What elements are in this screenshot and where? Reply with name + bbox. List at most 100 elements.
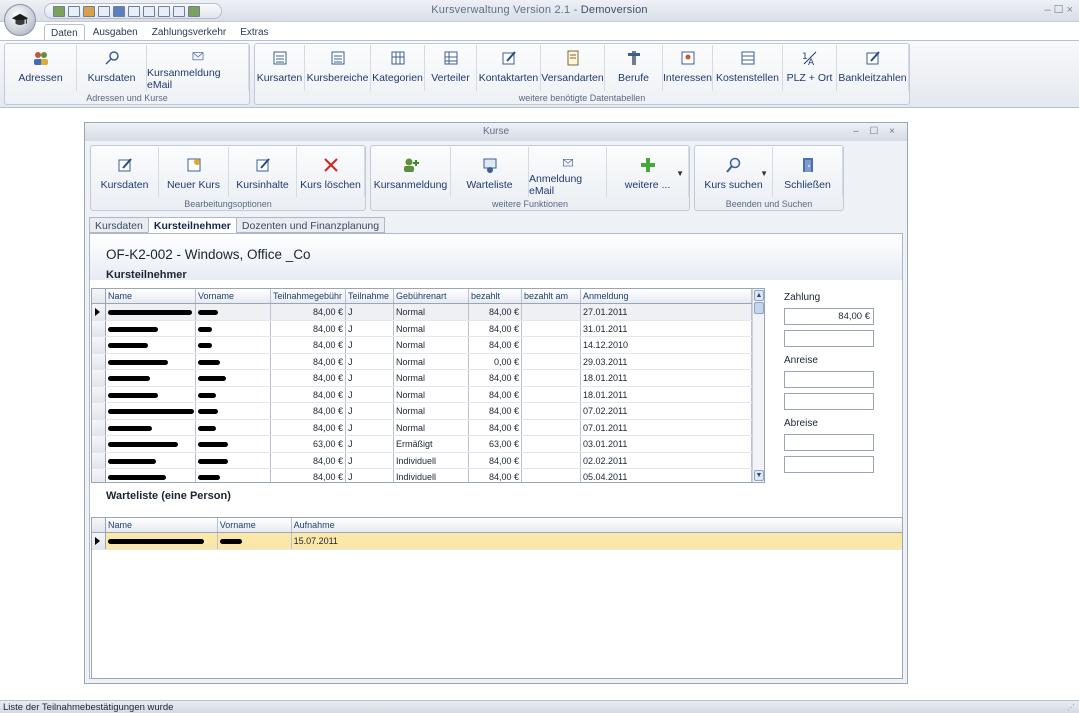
row-selector[interactable] — [92, 403, 106, 419]
gebuehrenart-cell[interactable]: Normal — [394, 304, 469, 320]
participants-grid[interactable]: Name Vorname Teilnahmegebühr Teilnahme G… — [91, 288, 765, 483]
weitere-button[interactable]: weitere ... ▼ — [607, 147, 689, 197]
row-selector[interactable] — [92, 533, 106, 549]
bezahlt-cell[interactable]: 84,00 € — [469, 337, 522, 353]
vorname-cell[interactable] — [196, 436, 271, 452]
tab-kursteilnehmer[interactable]: Kursteilnehmer — [147, 217, 236, 233]
bezahlt-cell[interactable]: 84,00 € — [469, 452, 522, 468]
name-cell[interactable] — [106, 452, 196, 468]
teilnahme-cell[interactable]: J — [346, 304, 394, 320]
abreise-field-2[interactable] — [784, 456, 874, 473]
bezahlt-cell[interactable]: 84,00 € — [469, 386, 522, 402]
kursarten-button[interactable]: Kursarten — [255, 45, 305, 91]
column-header-vorname[interactable]: Vorname — [196, 289, 271, 303]
gebuehrenart-cell[interactable]: Normal — [394, 419, 469, 435]
anreise-field[interactable] — [784, 371, 874, 388]
bezahlt-cell[interactable]: 84,00 € — [469, 320, 522, 336]
row-selector[interactable] — [92, 353, 106, 369]
schliessen-button[interactable]: Schließen — [773, 147, 843, 197]
abreise-field[interactable] — [784, 434, 874, 451]
gebuehrenart-cell[interactable]: Normal — [394, 386, 469, 402]
scroll-down-icon[interactable]: ▼ — [754, 470, 764, 481]
bezahlt-am-cell[interactable] — [522, 469, 581, 482]
warteliste-button[interactable]: Warteliste — [451, 147, 529, 197]
table-row[interactable]: 84,00 € J Normal 84,00 €18.01.2011 — [92, 386, 764, 403]
teilnahmegebuehr-cell[interactable]: 84,00 € — [271, 452, 346, 468]
teilnahme-cell[interactable]: J — [346, 469, 394, 482]
gebuehrenart-cell[interactable]: Individuell — [394, 469, 469, 482]
anmeldung-cell[interactable]: 03.01.2011 — [581, 436, 752, 452]
row-selector[interactable] — [92, 337, 106, 353]
plz-ort-button[interactable]: 1A PLZ + Ort — [783, 45, 837, 91]
column-header-aufnahme[interactable]: Aufnahme — [292, 518, 902, 532]
table-row[interactable]: 84,00 € J Individuell 84,00 €02.02.2011 — [92, 452, 764, 469]
row-selector[interactable] — [92, 386, 106, 402]
vorname-cell[interactable] — [196, 370, 271, 386]
zahlung-field[interactable]: 84,00 € — [784, 308, 874, 325]
vorname-cell[interactable] — [196, 419, 271, 435]
waitlist-name-cell[interactable] — [106, 533, 218, 549]
bezahlt-am-cell[interactable] — [522, 436, 581, 452]
teilnahme-cell[interactable]: J — [346, 370, 394, 386]
column-header-vorname[interactable]: Vorname — [218, 518, 292, 532]
name-cell[interactable] — [106, 419, 196, 435]
teilnahme-cell[interactable]: J — [346, 353, 394, 369]
tab-kursdaten[interactable]: Kursdaten — [89, 217, 148, 233]
window-controls[interactable]: – ☐ × — [1044, 3, 1073, 16]
teilnahmegebuehr-cell[interactable]: 84,00 € — [271, 304, 346, 320]
column-header-name[interactable]: Name — [106, 289, 196, 303]
vorname-cell[interactable] — [196, 337, 271, 353]
kursdaten-button[interactable]: Kursdaten — [91, 147, 159, 197]
resize-grip-icon[interactable]: ⋰ — [1067, 703, 1075, 712]
bezahlt-cell[interactable]: 0,00 € — [469, 353, 522, 369]
bankleitzahlen-button[interactable]: Bankleitzahlen — [837, 45, 909, 91]
kursdaten-button[interactable]: Kursdaten — [77, 45, 147, 91]
gebuehrenart-cell[interactable]: Normal — [394, 403, 469, 419]
name-cell[interactable] — [106, 436, 196, 452]
bezahlt-am-cell[interactable] — [522, 320, 581, 336]
teilnahmegebuehr-cell[interactable]: 84,00 € — [271, 320, 346, 336]
row-selector[interactable] — [92, 436, 106, 452]
bezahlt-am-cell[interactable] — [522, 337, 581, 353]
name-cell[interactable] — [106, 386, 196, 402]
column-header-gebuehrenart[interactable]: Gebührenart — [394, 289, 469, 303]
row-selector[interactable] — [92, 469, 106, 482]
bezahlt-cell[interactable]: 84,00 € — [469, 469, 522, 482]
waitlist-grid[interactable]: Name Vorname Aufnahme 15.07.2011 — [91, 517, 903, 679]
bezahlt-am-cell[interactable] — [522, 304, 581, 320]
teilnahme-cell[interactable]: J — [346, 337, 394, 353]
interessen-button[interactable]: Interessen — [663, 45, 713, 91]
verteiler-button[interactable]: Verteiler — [425, 45, 477, 91]
teilnahmegebuehr-cell[interactable]: 84,00 € — [271, 353, 346, 369]
bezahlt-am-cell[interactable] — [522, 353, 581, 369]
bezahlt-am-cell[interactable] — [522, 386, 581, 402]
teilnahmegebuehr-cell[interactable]: 84,00 € — [271, 386, 346, 402]
scroll-thumb[interactable] — [754, 302, 764, 314]
berufe-button[interactable]: Berufe — [605, 45, 663, 91]
name-cell[interactable] — [106, 304, 196, 320]
row-selector[interactable] — [92, 304, 106, 320]
anmeldung-cell[interactable]: 07.01.2011 — [581, 419, 752, 435]
kursinhalte-button[interactable]: Kursinhalte — [229, 147, 297, 197]
column-header-bezahlt-am[interactable]: bezahlt am — [522, 289, 581, 303]
kursanmeldung-button[interactable]: Kursanmeldung — [371, 147, 451, 197]
name-cell[interactable] — [106, 353, 196, 369]
kurse-window-controls[interactable]: – ☐ × — [853, 123, 899, 141]
bezahlt-cell[interactable]: 84,00 € — [469, 304, 522, 320]
anreise-field-2[interactable] — [784, 393, 874, 410]
vorname-cell[interactable] — [196, 469, 271, 482]
teilnahme-cell[interactable]: J — [346, 419, 394, 435]
teilnahme-cell[interactable]: J — [346, 386, 394, 402]
row-selector[interactable] — [92, 370, 106, 386]
column-header-name[interactable]: Name — [106, 518, 218, 532]
row-selector[interactable] — [92, 320, 106, 336]
bezahlt-cell[interactable]: 63,00 € — [469, 436, 522, 452]
kostenstellen-button[interactable]: Kostenstellen — [713, 45, 783, 91]
anmeldung-cell[interactable]: 27.01.2011 — [581, 304, 752, 320]
anmeldung-cell[interactable]: 14.12.2010 — [581, 337, 752, 353]
vorname-cell[interactable] — [196, 386, 271, 402]
name-cell[interactable] — [106, 403, 196, 419]
teilnahme-cell[interactable]: J — [346, 320, 394, 336]
anmeldung-cell[interactable]: 31.01.2011 — [581, 320, 752, 336]
table-row[interactable]: 84,00 € J Normal 84,00 €07.02.2011 — [92, 403, 764, 420]
